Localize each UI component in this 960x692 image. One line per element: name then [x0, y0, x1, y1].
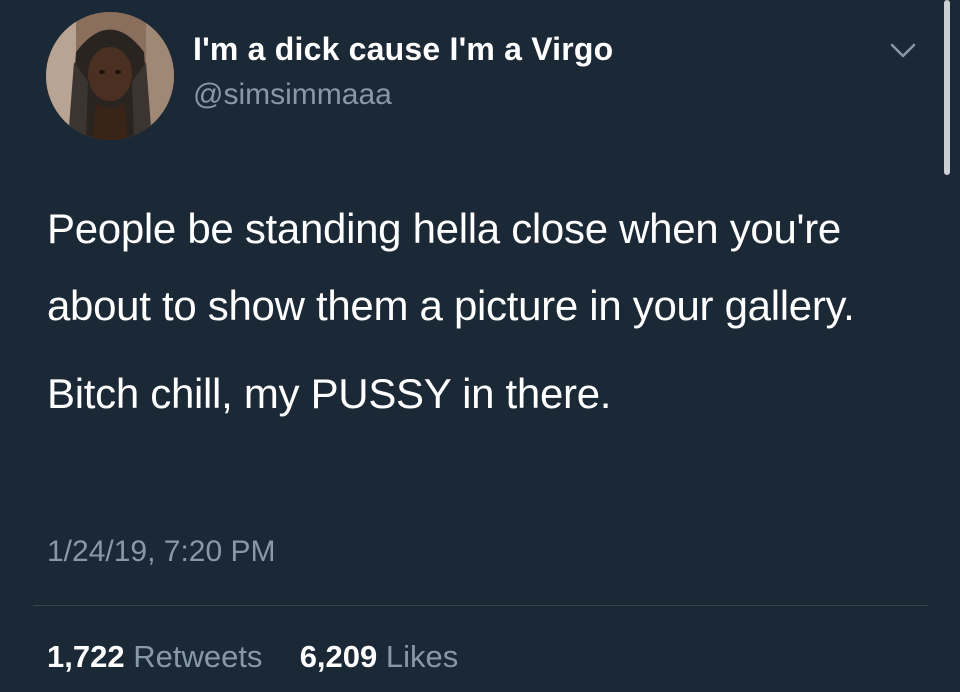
likes-stat[interactable]: 6,209 Likes — [291, 639, 459, 674]
tweet-paragraph-1: People be standing hella close when you'… — [47, 205, 855, 329]
retweets-label: Retweets — [133, 639, 263, 674]
avatar[interactable] — [46, 12, 174, 140]
likes-label: Likes — [385, 639, 459, 674]
chevron-down-icon[interactable] — [886, 38, 920, 62]
scrollbar[interactable] — [944, 0, 950, 175]
likes-count: 6,209 — [299, 639, 378, 674]
tweet-text: People be standing hella close when you'… — [47, 190, 907, 432]
retweets-count: 1,722 — [47, 639, 125, 674]
tweet-stats: 1,722 Retweets 6,209 Likes — [47, 639, 458, 675]
author-handle[interactable]: @simsimmaaa — [193, 78, 392, 112]
author-display-name[interactable]: I'm a dick cause I'm a Virgo — [193, 31, 613, 68]
tweet-paragraph-2: Bitch chill, my PUSSY in there. — [47, 370, 612, 417]
divider — [33, 605, 928, 606]
tweet-timestamp[interactable]: 1/24/19, 7:20 PM — [47, 535, 276, 569]
retweets-stat[interactable]: 1,722 Retweets — [47, 639, 271, 674]
